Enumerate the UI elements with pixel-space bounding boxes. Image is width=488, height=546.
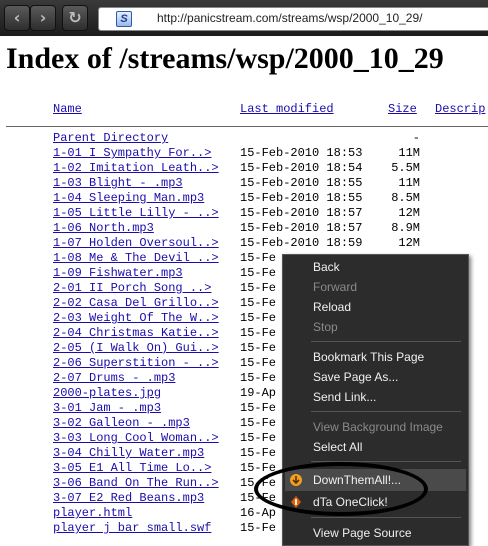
file-date: 15-Fe bbox=[240, 296, 277, 310]
column-last-modified-link[interactable]: Last modified bbox=[240, 102, 334, 116]
file-link[interactable]: 3-07 E2 Red Beans.mp3 bbox=[53, 491, 204, 505]
menu-item-select-all[interactable]: Select All bbox=[313, 437, 362, 457]
file-date: 15-Fe bbox=[240, 281, 277, 295]
menu-item-back[interactable]: Back bbox=[313, 257, 340, 277]
parent-size: - bbox=[412, 131, 420, 145]
file-link[interactable]: 1-04 Sleeping Man.mp3 bbox=[53, 191, 204, 205]
file-size: 11M bbox=[398, 146, 420, 160]
file-date: 15-Feb-2010 18:59 bbox=[240, 236, 363, 250]
file-size: 8.9M bbox=[391, 221, 420, 235]
menu-item-stop[interactable]: Stop bbox=[313, 317, 338, 337]
file-size: 11M bbox=[398, 176, 420, 190]
file-date: 15-Fe bbox=[240, 521, 277, 535]
url-text[interactable]: http://panicstream.com/streams/wsp/2000_… bbox=[157, 11, 422, 25]
menu-item-send-link[interactable]: Send Link... bbox=[313, 387, 376, 407]
menu-item-forward[interactable]: Forward bbox=[313, 277, 357, 297]
file-link[interactable]: 2-05 (I Walk On) Gui..> bbox=[53, 341, 219, 355]
file-link[interactable]: 1-02 Imitation Leath..> bbox=[53, 161, 219, 175]
file-link[interactable]: 1-01 I Sympathy For..> bbox=[53, 146, 211, 160]
file-date: 15-Feb-2010 18:57 bbox=[240, 221, 363, 235]
file-link[interactable]: 1-09 Fishwater.mp3 bbox=[53, 266, 183, 280]
column-description-link[interactable]: Descrip bbox=[435, 102, 485, 116]
file-link[interactable]: 3-06 Band On The Run..> bbox=[53, 476, 219, 490]
file-date: 15-Fe bbox=[240, 266, 277, 280]
menu-item-label: View Background Image bbox=[313, 420, 443, 434]
file-date: 15-Fe bbox=[240, 401, 277, 415]
file-date: 15-Fe bbox=[240, 311, 277, 325]
file-date: 15-Fe bbox=[240, 356, 277, 370]
file-link[interactable]: 1-07 Holden Oversoul..> bbox=[53, 236, 219, 250]
file-date: 15-Feb-2010 18:54 bbox=[240, 161, 363, 175]
browser-toolbar: ‹ › ↻ S http://panicstream.com/streams/w… bbox=[0, 0, 488, 36]
file-link[interactable]: 2-07 Drums - .mp3 bbox=[53, 371, 175, 385]
menu-item-label: Reload bbox=[313, 300, 352, 314]
file-size: 12M bbox=[398, 236, 420, 250]
menu-separator bbox=[311, 341, 461, 342]
menu-separator bbox=[311, 517, 461, 518]
file-link[interactable]: 2-06 Superstition - ..> bbox=[53, 356, 219, 370]
url-bar[interactable]: S http://panicstream.com/streams/wsp/200… bbox=[98, 7, 488, 31]
file-date: 15-Fe bbox=[240, 341, 277, 355]
file-link[interactable]: 2000-plates.jpg bbox=[53, 386, 161, 400]
file-link[interactable]: 1-05 Little Lilly - ..> bbox=[53, 206, 219, 220]
file-link[interactable]: 1-03 Blight - .mp3 bbox=[53, 176, 183, 190]
file-size: 12M bbox=[398, 206, 420, 220]
file-link[interactable]: 1-06 North.mp3 bbox=[53, 221, 154, 235]
reload-icon[interactable]: ↻ bbox=[62, 5, 88, 31]
column-size-link[interactable]: Size bbox=[388, 102, 417, 116]
file-date: 15-Feb-2010 18:55 bbox=[240, 176, 363, 190]
file-link[interactable]: 3-03 Long Cool Woman..> bbox=[53, 431, 219, 445]
menu-item-label: Send Link... bbox=[313, 390, 377, 404]
file-date: 15-Feb-2010 18:57 bbox=[240, 206, 363, 220]
file-link[interactable]: 1-08 Me & The Devil ..> bbox=[53, 251, 219, 265]
file-link[interactable]: 3-05 E1 All Time Lo..> bbox=[53, 461, 211, 475]
back-arrow-icon[interactable]: ‹ bbox=[4, 5, 30, 31]
file-date: 15-Fe bbox=[240, 326, 277, 340]
file-link[interactable]: player.html bbox=[53, 506, 132, 520]
menu-item-label: View Page Source bbox=[313, 526, 412, 540]
file-link[interactable]: 2-02 Casa Del Grillo..> bbox=[53, 296, 219, 310]
file-date: 15-Fe bbox=[240, 431, 277, 445]
menu-item-label: Select All bbox=[313, 440, 363, 454]
file-link[interactable]: 3-01 Jam - .mp3 bbox=[53, 401, 161, 415]
file-size: 5.5M bbox=[391, 161, 420, 175]
menu-item-bookmark-page[interactable]: Bookmark This Page bbox=[313, 347, 424, 367]
menu-item-label: Back bbox=[313, 260, 340, 274]
annotation-ellipse bbox=[254, 462, 428, 516]
file-link[interactable]: 2-01 II Porch Song ..> bbox=[53, 281, 211, 295]
menu-item-label: Bookmark This Page bbox=[313, 350, 425, 364]
file-size: 8.5M bbox=[391, 191, 420, 205]
column-name-link[interactable]: Name bbox=[53, 102, 82, 116]
file-date: 15-Feb-2010 18:53 bbox=[240, 146, 363, 160]
file-link[interactable]: 3-02 Galleon - .mp3 bbox=[53, 416, 190, 430]
site-favicon-icon: S bbox=[116, 11, 132, 27]
file-date: 15-Fe bbox=[240, 446, 277, 460]
file-link[interactable]: 2-03 Weight Of The W..> bbox=[53, 311, 219, 325]
header-divider bbox=[6, 126, 488, 127]
menu-item-label: Forward bbox=[313, 280, 358, 294]
menu-item-view-page-source[interactable]: View Page Source bbox=[313, 523, 412, 543]
menu-item-label: Save Page As... bbox=[313, 370, 399, 384]
file-date: 15-Fe bbox=[240, 251, 277, 265]
menu-item-view-background-image[interactable]: View Background Image bbox=[313, 417, 443, 437]
file-date: 19-Ap bbox=[240, 386, 277, 400]
file-date: 15-Fe bbox=[240, 371, 277, 385]
parent-directory-link[interactable]: Parent Directory bbox=[53, 131, 168, 145]
menu-separator bbox=[311, 411, 461, 412]
forward-arrow-icon[interactable]: › bbox=[30, 5, 56, 31]
menu-item-save-page[interactable]: Save Page As... bbox=[313, 367, 398, 387]
menu-item-label: Stop bbox=[313, 320, 338, 334]
menu-item-reload[interactable]: Reload bbox=[313, 297, 351, 317]
file-link[interactable]: player j bar small.swf bbox=[53, 521, 211, 535]
page-title: Index of /streams/wsp/2000_10_29 bbox=[6, 42, 444, 75]
file-date: 15-Fe bbox=[240, 416, 277, 430]
file-date: 16-Ap bbox=[240, 506, 277, 520]
file-link[interactable]: 3-04 Chilly Water.mp3 bbox=[53, 446, 204, 460]
file-link[interactable]: 2-04 Christmas Katie..> bbox=[53, 326, 219, 340]
file-date: 15-Feb-2010 18:55 bbox=[240, 191, 363, 205]
